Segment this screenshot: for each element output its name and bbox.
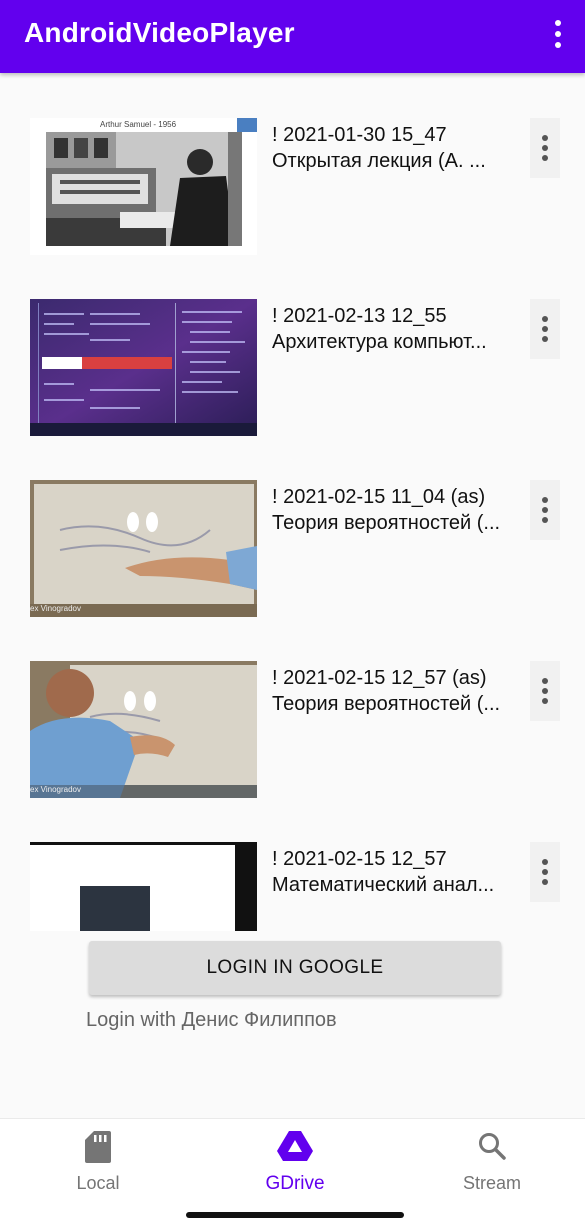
- video-item[interactable]: ex Vinogradov ! 2021-02-15 11_04 (as) Те…: [0, 480, 585, 617]
- more-options-icon[interactable]: [530, 480, 560, 540]
- video-item[interactable]: ! 2021-02-15 12_57 Математический анал..…: [0, 842, 585, 931]
- thumbnail-caption: ex Vinogradov: [30, 604, 81, 613]
- more-options-icon[interactable]: [530, 842, 560, 902]
- video-item[interactable]: ex Vinogradov ! 2021-02-15 12_57 (as) Те…: [0, 661, 585, 798]
- video-name: Теория вероятностей (...: [272, 693, 501, 715]
- nav-item-local[interactable]: Local: [28, 1131, 168, 1201]
- nav-item-stream[interactable]: Stream: [422, 1131, 562, 1201]
- nav-label-stream: Stream: [462, 1173, 522, 1193]
- app-title: AndroidVideoPlayer: [24, 17, 295, 48]
- more-options-icon[interactable]: [530, 661, 560, 721]
- video-name: Архитектура компьют...: [272, 331, 487, 353]
- nav-label-local: Local: [76, 1173, 120, 1193]
- video-thumbnail: ex Vinogradov: [30, 480, 257, 617]
- video-date: ! 2021-02-15 11_04 (as): [272, 486, 486, 508]
- more-options-icon[interactable]: [530, 118, 560, 178]
- video-date: ! 2021-02-13 12_55: [272, 305, 447, 327]
- video-item[interactable]: Arthur Samuel - 1956 ! 2021-01-30 15_47 …: [0, 118, 585, 255]
- video-name: Открытая лекция (А. ...: [272, 150, 486, 172]
- video-date: ! 2021-02-15 12_57: [272, 848, 447, 870]
- video-date: ! 2021-02-15 12_57 (as): [272, 667, 487, 689]
- search-icon: [477, 1131, 507, 1166]
- login-google-button[interactable]: LOGIN IN GOOGLE: [89, 941, 501, 995]
- overflow-menu-icon[interactable]: [545, 14, 571, 54]
- video-item[interactable]: ! 2021-02-13 12_55 Архитектура компьют..…: [0, 299, 585, 436]
- thumbnail-caption: ex Vinogradov: [30, 785, 81, 794]
- video-name: Теория вероятностей (...: [272, 512, 501, 534]
- video-name: Математический анал...: [272, 874, 495, 896]
- thumbnail-caption: Arthur Samuel - 1956: [100, 120, 177, 129]
- video-thumbnail: [30, 299, 257, 436]
- video-list: Arthur Samuel - 1956 ! 2021-01-30 15_47 …: [0, 73, 585, 931]
- more-options-icon[interactable]: [530, 299, 560, 359]
- thumbnail-badge-icon: [237, 118, 257, 132]
- video-thumbnail: Arthur Samuel - 1956: [30, 118, 257, 255]
- video-date: ! 2021-01-30 15_47: [272, 124, 447, 146]
- sd-card-icon: [85, 1131, 111, 1168]
- video-thumbnail: ex Vinogradov: [30, 661, 257, 798]
- video-thumbnail: [30, 842, 257, 931]
- nav-label-gdrive: GDrive: [265, 1173, 325, 1194]
- nav-item-gdrive[interactable]: GDrive: [225, 1131, 365, 1201]
- login-status-text: Login with Денис Филиппов: [86, 1009, 337, 1031]
- app-bar: AndroidVideoPlayer: [0, 0, 585, 73]
- google-drive-icon: [277, 1131, 313, 1166]
- home-indicator[interactable]: [186, 1212, 404, 1218]
